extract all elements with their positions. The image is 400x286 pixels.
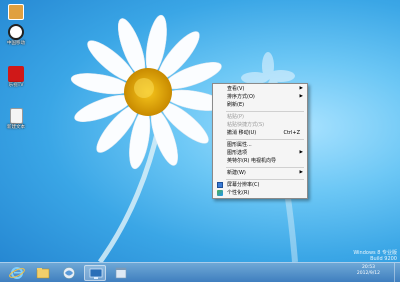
menu-item-personalize[interactable]: 个性化(R) xyxy=(214,189,306,197)
text-file-icon xyxy=(9,108,23,124)
menu-item-label: 排序方式(O) xyxy=(227,94,255,100)
window-icon xyxy=(115,267,127,279)
taskbar-explorer-button[interactable] xyxy=(32,265,54,281)
menu-item-sort[interactable]: 排序方式(O) ▶ xyxy=(214,93,306,101)
media-icon xyxy=(63,267,75,279)
display-icon xyxy=(217,182,223,188)
desktop-icon-1[interactable] xyxy=(3,4,29,21)
clock-date: 2012/9/12 xyxy=(356,271,380,276)
desktop-background[interactable]: 中国移动 乐视TV 新建文本 查看(V) ▶ 排序方式(O) ▶ 刷新(E) 粘… xyxy=(0,0,400,282)
taskbar: 20:53 2012/9/12 xyxy=(0,262,400,283)
menu-item-label: 英特尔(R) 电视机向导 xyxy=(227,158,276,164)
desktop-icon-label: 乐视TV xyxy=(8,83,24,88)
folder-icon xyxy=(36,268,50,279)
menu-separator xyxy=(226,139,304,140)
windows-watermark: Windows 8 专业版 Build 9200 xyxy=(353,250,397,262)
menu-separator xyxy=(226,167,304,168)
menu-separator xyxy=(226,111,304,112)
show-desktop-button[interactable] xyxy=(394,263,400,283)
submenu-arrow-icon: ▶ xyxy=(299,94,303,99)
menu-item-refresh[interactable]: 刷新(E) xyxy=(214,101,306,109)
menu-item-view[interactable]: 查看(V) ▶ xyxy=(214,85,306,93)
submenu-arrow-icon: ▶ xyxy=(299,150,303,155)
network-icon xyxy=(89,268,103,279)
menu-item-label: 图形属性... xyxy=(227,142,252,148)
menu-item-label: 粘贴快捷方式(S) xyxy=(227,122,265,128)
menu-item-label: 新建(W) xyxy=(227,170,246,176)
menu-item-label: 撤消 移动(U) xyxy=(227,130,257,136)
submenu-arrow-icon: ▶ xyxy=(299,86,303,91)
desktop-icon-2[interactable]: 中国移动 xyxy=(3,24,29,46)
menu-item-shortcut: Ctrl+Z xyxy=(283,130,300,136)
app-icon xyxy=(8,4,24,20)
menu-item-screen-resolution[interactable]: 屏幕分辨率(C) xyxy=(214,181,306,189)
submenu-arrow-icon: ▶ xyxy=(299,170,303,175)
desktop-context-menu: 查看(V) ▶ 排序方式(O) ▶ 刷新(E) 粘贴(P) 粘贴快捷方式(S) … xyxy=(212,83,308,199)
desktop-icon-3[interactable]: 乐视TV xyxy=(3,66,29,88)
personalize-icon xyxy=(217,190,223,196)
app-icon-red xyxy=(8,66,24,82)
menu-item-new[interactable]: 新建(W) ▶ xyxy=(214,169,306,177)
menu-item-label: 屏幕分辨率(C) xyxy=(227,182,260,188)
menu-item-paste-shortcut[interactable]: 粘贴快捷方式(S) xyxy=(214,121,306,129)
taskbar-network-button[interactable] xyxy=(84,265,106,281)
menu-item-label: 刷新(E) xyxy=(227,102,245,108)
taskbar-ie-button[interactable] xyxy=(6,265,28,281)
shortcut-icon xyxy=(8,24,24,40)
menu-item-label: 个性化(R) xyxy=(227,190,250,196)
menu-item-label: 查看(V) xyxy=(227,86,245,92)
ie-icon xyxy=(9,267,25,279)
menu-item-graphics-options[interactable]: 图形选项 ▶ xyxy=(214,149,306,157)
desktop-icon-label: 新建文本 xyxy=(7,125,25,130)
desktop-icon-label: 中国移动 xyxy=(7,41,25,46)
menu-item-undo-move[interactable]: 撤消 移动(U) Ctrl+Z xyxy=(214,129,306,137)
menu-item-label: 图形选项 xyxy=(227,150,248,156)
taskbar-window-button[interactable] xyxy=(110,265,132,281)
tray-clock[interactable]: 20:53 2012/9/12 xyxy=(357,265,380,277)
desktop-icon-4[interactable]: 新建文本 xyxy=(3,108,29,130)
menu-separator xyxy=(226,179,304,180)
menu-item-intel-tv-wizard[interactable]: 英特尔(R) 电视机向导 xyxy=(214,157,306,165)
menu-item-paste[interactable]: 粘贴(P) xyxy=(214,113,306,121)
daisy-wallpaper xyxy=(70,14,298,264)
menu-item-label: 粘贴(P) xyxy=(227,114,244,120)
menu-item-graphics-properties[interactable]: 图形属性... xyxy=(214,141,306,149)
taskbar-media-button[interactable] xyxy=(58,265,80,281)
